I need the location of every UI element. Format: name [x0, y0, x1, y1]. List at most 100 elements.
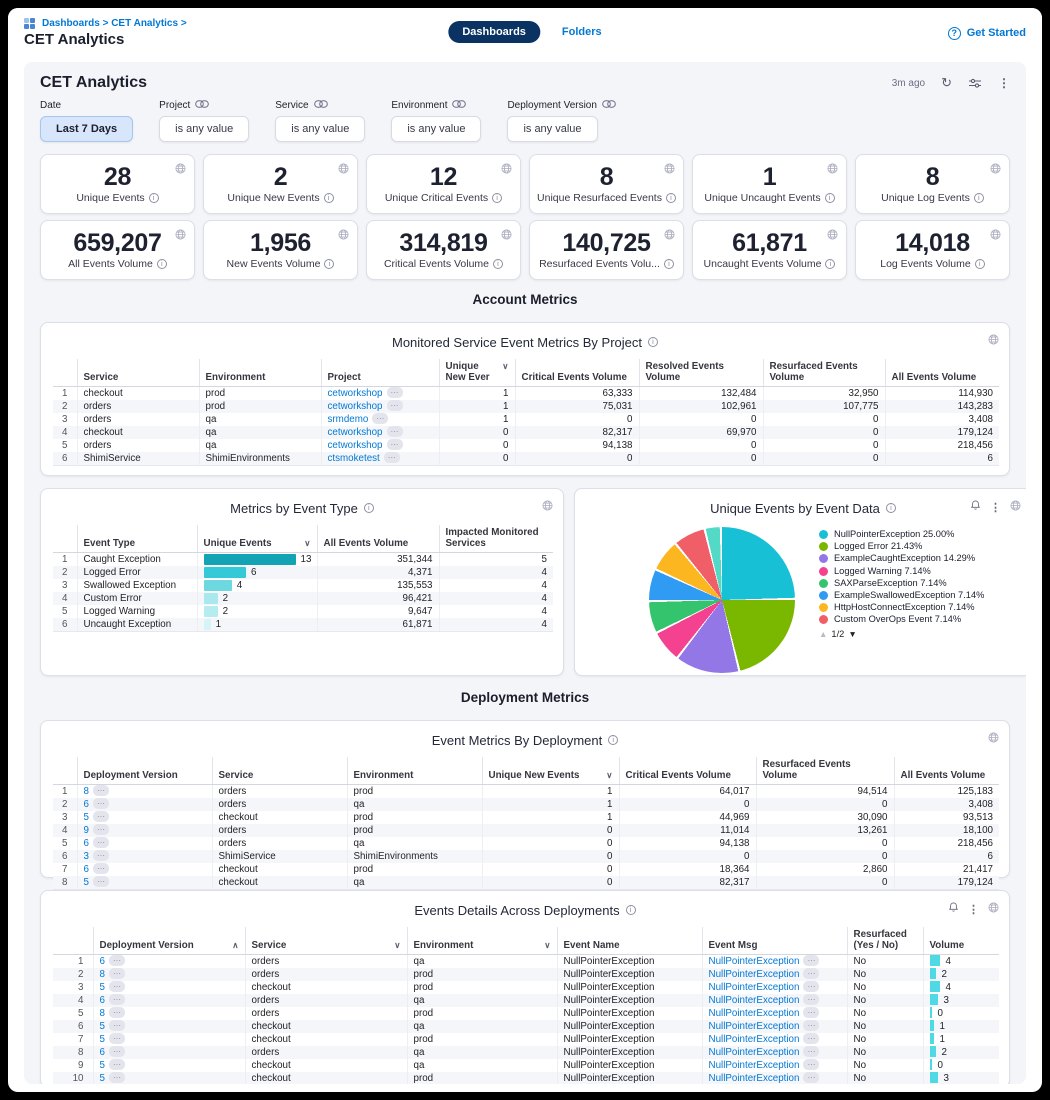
more-badge[interactable]: ⋯ [372, 413, 388, 424]
link-8[interactable]: 8 [100, 1008, 105, 1019]
info-icon[interactable]: i [825, 193, 835, 203]
link-5[interactable]: 5 [100, 982, 105, 993]
col-header-service[interactable]: Service [212, 757, 347, 785]
info-icon[interactable]: i [149, 193, 159, 203]
more-badge[interactable]: ⋯ [803, 981, 819, 992]
legend-entry[interactable]: SAXParseException 7.14% [819, 578, 1015, 589]
link-srmdemo[interactable]: srmdemo [328, 414, 369, 425]
col-header-all-events-volume[interactable]: All Events Volume [317, 525, 439, 553]
globe-icon[interactable] [501, 161, 512, 179]
kebab-icon[interactable]: ⋮ [968, 903, 979, 916]
globe-icon[interactable] [175, 227, 186, 245]
legend-entry[interactable]: NullPointerException 25.00% [819, 529, 1015, 540]
info-icon[interactable]: i [364, 503, 374, 513]
col-header-event-name[interactable]: Event Name [557, 927, 702, 955]
more-badge[interactable]: ⋯ [387, 426, 403, 437]
more-badge[interactable]: ⋯ [93, 863, 109, 874]
link-6[interactable]: 6 [100, 956, 105, 967]
link-8[interactable]: 8 [100, 969, 105, 980]
more-badge[interactable]: ⋯ [803, 1007, 819, 1018]
col-header-event-msg[interactable]: Event Msg [702, 927, 847, 955]
link-3[interactable]: 3 [84, 851, 89, 862]
refresh-icon[interactable]: ↻ [941, 75, 952, 91]
more-badge[interactable]: ⋯ [803, 955, 819, 966]
more-badge[interactable]: ⋯ [109, 1020, 125, 1031]
legend-entry[interactable]: Logged Warning 7.14% [819, 566, 1015, 577]
col-header-resurfaced[interactable]: Resurfaced(Yes / No) [847, 927, 923, 955]
info-icon[interactable]: i [974, 193, 984, 203]
link-nullpointerexception[interactable]: NullPointerException [709, 969, 800, 980]
info-icon[interactable]: i [324, 259, 334, 269]
filter-value-button[interactable]: is any value [507, 116, 597, 142]
link-9[interactable]: 9 [84, 825, 89, 836]
kebab-icon[interactable]: ⋮ [990, 501, 1001, 514]
sort-desc-icon[interactable]: ∨ [394, 940, 400, 951]
info-icon[interactable]: i [608, 735, 618, 745]
more-badge[interactable]: ⋯ [93, 798, 109, 809]
tab-folders[interactable]: Folders [562, 26, 602, 38]
globe-icon[interactable] [990, 161, 1001, 179]
col-header-deployment-version[interactable]: ∧Deployment Version [93, 927, 245, 955]
link-6[interactable]: 6 [100, 995, 105, 1006]
sort-asc-icon[interactable]: ∧ [232, 940, 238, 951]
link-8[interactable]: 8 [84, 786, 89, 797]
filter-value-button[interactable]: is any value [275, 116, 365, 142]
sort-desc-icon[interactable]: ∨ [606, 770, 612, 781]
info-icon[interactable]: i [975, 259, 985, 269]
link-nullpointerexception[interactable]: NullPointerException [709, 982, 800, 993]
col-header-event-type[interactable]: Event Type [77, 525, 197, 553]
more-badge[interactable]: ⋯ [93, 876, 109, 887]
link-nullpointerexception[interactable]: NullPointerException [709, 956, 800, 967]
pager-up-icon[interactable]: ▲ [819, 629, 827, 639]
col-header-service[interactable]: ∨Service [245, 927, 407, 955]
filter-value-button[interactable]: is any value [391, 116, 481, 142]
globe-icon[interactable] [988, 730, 999, 748]
more-badge[interactable]: ⋯ [803, 968, 819, 979]
pager-down-icon[interactable]: ▼ [848, 629, 856, 639]
more-badge[interactable]: ⋯ [93, 811, 109, 822]
more-badge[interactable]: ⋯ [93, 850, 109, 861]
link-nullpointerexception[interactable]: NullPointerException [709, 1021, 800, 1032]
link-5[interactable]: 5 [100, 1073, 105, 1084]
col-header-service[interactable]: Service [77, 359, 199, 387]
info-icon[interactable]: i [666, 193, 676, 203]
tab-dashboards[interactable]: Dashboards [448, 21, 540, 43]
more-badge[interactable]: ⋯ [803, 1059, 819, 1070]
link-nullpointerexception[interactable]: NullPointerException [709, 1073, 800, 1084]
more-badge[interactable]: ⋯ [109, 955, 125, 966]
globe-icon[interactable] [988, 332, 999, 350]
col-header-critical-events-volume[interactable]: Critical Events Volume [619, 757, 756, 785]
link-icon[interactable] [602, 100, 616, 111]
more-badge[interactable]: ⋯ [93, 837, 109, 848]
breadcrumb-text[interactable]: Dashboards > CET Analytics > [42, 18, 187, 29]
more-badge[interactable]: ⋯ [109, 1059, 125, 1070]
more-badge[interactable]: ⋯ [109, 981, 125, 992]
info-icon[interactable]: i [664, 259, 674, 269]
link-icon[interactable] [452, 100, 466, 111]
link-cetworkshop[interactable]: cetworkshop [328, 427, 383, 438]
more-badge[interactable]: ⋯ [387, 439, 403, 450]
sort-desc-icon[interactable]: ∨ [502, 361, 508, 372]
link-6[interactable]: 6 [84, 799, 89, 810]
globe-icon[interactable] [988, 900, 999, 918]
link-5[interactable]: 5 [100, 1021, 105, 1032]
more-badge[interactable]: ⋯ [109, 1033, 125, 1044]
link-cetworkshop[interactable]: cetworkshop [328, 440, 383, 451]
more-badge[interactable]: ⋯ [803, 994, 819, 1005]
col-header-all-events-volume[interactable]: All Events Volume [894, 757, 999, 785]
link-5[interactable]: 5 [100, 1034, 105, 1045]
globe-icon[interactable] [827, 227, 838, 245]
link-ctsmoketest[interactable]: ctsmoketest [328, 453, 380, 464]
globe-icon[interactable] [338, 227, 349, 245]
info-icon[interactable]: i [157, 259, 167, 269]
link-nullpointerexception[interactable]: NullPointerException [709, 1060, 800, 1071]
link-nullpointerexception[interactable]: NullPointerException [709, 1008, 800, 1019]
more-badge[interactable]: ⋯ [93, 824, 109, 835]
get-started-link[interactable]: ? Get Started [948, 27, 1026, 40]
col-header-unique-new-events[interactable]: ∨Unique New Events [482, 757, 619, 785]
sort-desc-icon[interactable]: ∨ [544, 940, 550, 951]
col-header-impacted-monitored-services[interactable]: Impacted Monitored Services [439, 525, 553, 553]
link-icon[interactable] [195, 100, 209, 111]
more-badge[interactable]: ⋯ [109, 994, 125, 1005]
link-6[interactable]: 6 [84, 838, 89, 849]
